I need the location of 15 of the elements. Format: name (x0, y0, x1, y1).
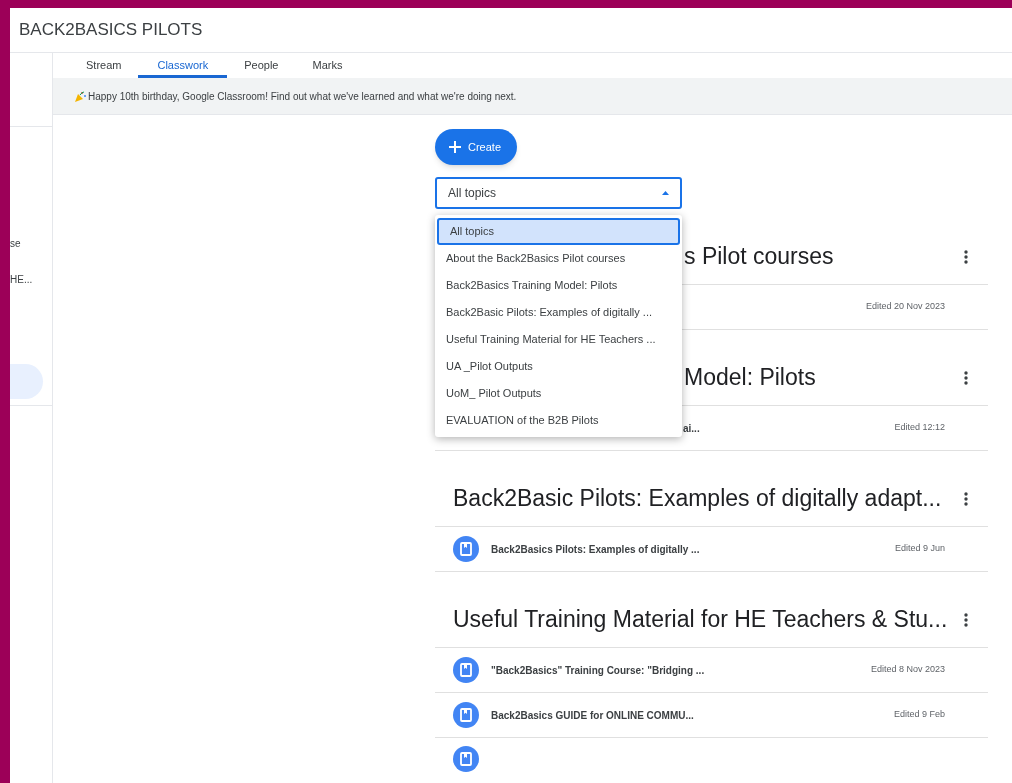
topic-heading: Model: Pilots (684, 363, 816, 393)
topic-heading: s Pilot courses (684, 242, 834, 272)
topic-heading: Back2Basic Pilots: Examples of digitally adapt... (453, 484, 942, 514)
class-title: BACK2BASICS PILOTS (19, 19, 203, 42)
edited-date: Edited 8 Nov 2023 (870, 663, 945, 677)
item-title: Back2Basics Pilots: Examples of digitally ... (491, 542, 700, 557)
topic-heading: Useful Training Material for HE Teachers & Stu... (453, 605, 948, 635)
item-title: Back2Basics GUIDE for ONLINE COMMU... (491, 708, 694, 723)
edited-date: Edited 9 Jun (894, 542, 945, 556)
item-title: "Back2Basics" Training Course: "Bridging ... (491, 663, 705, 678)
item-title: ai... (683, 421, 700, 436)
edited-date: Edited 9 Feb (893, 708, 945, 722)
edited-date: Edited 20 Nov 2023 (865, 300, 945, 314)
edited-date: Edited 12:12 (894, 421, 945, 435)
banner-text: Happy 10th birthday, Google Classroom! Find out what we've learned and what we're doing next. (88, 89, 517, 104)
